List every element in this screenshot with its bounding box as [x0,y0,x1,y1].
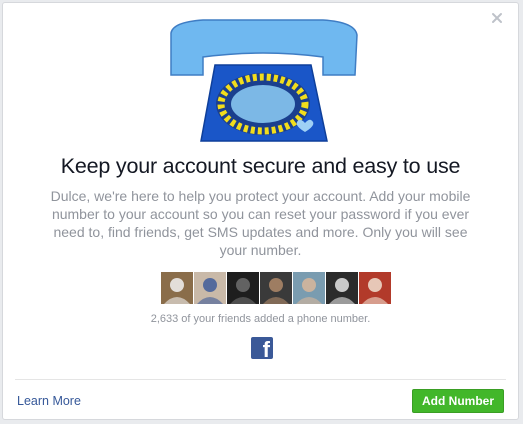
friend-avatar-1 [161,272,193,304]
facebook-icon: f [251,337,273,359]
friend-avatar-7 [359,272,391,304]
friends-avatar-strip [161,272,391,304]
friends-count-text: 2,633 of your friends added a phone numb… [150,313,371,325]
friend-avatar-4 [260,272,292,304]
friend-avatar-3 [227,272,259,304]
close-icon[interactable] [490,11,504,25]
footer-divider [15,379,506,380]
friend-avatar-6 [326,272,358,304]
dialog-description: Dulce, we're here to help you protect yo… [50,188,471,258]
friend-avatar-5 [293,272,325,304]
add-phone-dialog: Keep your account secure and easy to use… [2,2,519,420]
learn-more-link[interactable]: Learn More [17,394,81,408]
telephone-illustration [170,19,358,142]
dialog-title: Keep your account secure and easy to use [60,154,461,178]
add-number-button[interactable]: Add Number [412,389,504,413]
friend-avatar-2 [194,272,226,304]
